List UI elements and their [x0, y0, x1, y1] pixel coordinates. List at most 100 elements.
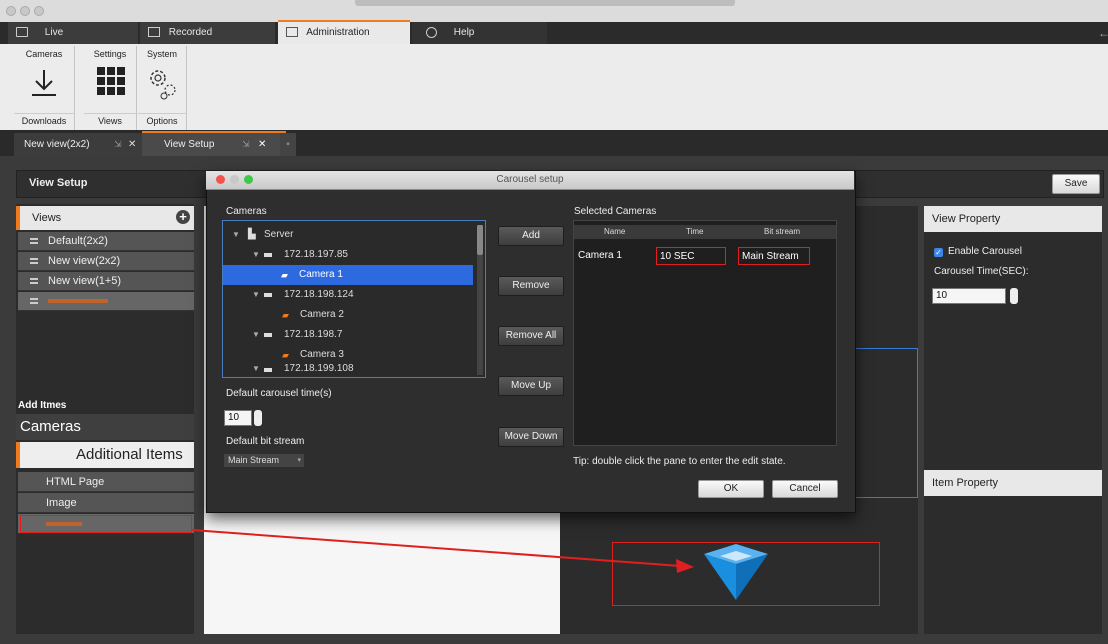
default-time-field[interactable]: 10 [224, 410, 252, 426]
download-icon[interactable] [30, 68, 58, 98]
ribbon-group-cameras: Cameras Downloads [14, 46, 75, 130]
tree-node-ip[interactable]: ▼ 172.18.197.85 [224, 245, 486, 265]
tree-node-label: 172.18.197.85 [284, 249, 348, 260]
detach-icon[interactable]: ⇲ [242, 133, 250, 156]
views-grid-icon[interactable] [96, 66, 126, 96]
close-window-button[interactable] [6, 6, 16, 16]
remove-button[interactable]: Remove [498, 276, 564, 296]
move-down-button[interactable]: Move Down [498, 427, 564, 447]
additional-items-label: Additional Items [76, 446, 183, 463]
tab-recorded-label: Recorded [168, 27, 213, 38]
maximize-window-button[interactable] [34, 6, 44, 16]
tree-node-camera[interactable]: ▰ Camera 2 [224, 305, 486, 325]
ok-button[interactable]: OK [698, 480, 764, 498]
tree-node-label: Camera 1 [299, 269, 343, 280]
views-header: Views [16, 206, 194, 230]
view-item-new[interactable] [18, 292, 194, 311]
camera-icon: ▰ [282, 310, 289, 320]
remove-all-button[interactable]: Remove All [498, 326, 564, 346]
cameras-tree-label: Cameras [226, 206, 267, 217]
view-item[interactable]: New view(2x2) [18, 252, 194, 271]
tab-help[interactable]: Help [412, 22, 547, 44]
table-header: Name Time Bit stream [574, 225, 836, 239]
move-up-button[interactable]: Move Up [498, 376, 564, 396]
ribbon-group-title: Settings [93, 49, 127, 59]
enable-carousel-checkbox[interactable]: ✓ [934, 248, 943, 257]
view-property-title: View Property [932, 213, 1001, 225]
cell-name: Camera 1 [578, 250, 622, 261]
default-time-stepper[interactable] [254, 410, 262, 426]
views-title: Views [32, 212, 62, 224]
detach-icon[interactable]: ⇲ [114, 133, 122, 156]
tree-node-label: 172.18.198.124 [284, 289, 354, 300]
minimize-window-button[interactable] [20, 6, 30, 16]
tree-node-label: 172.18.198.7 [284, 329, 343, 340]
view-item[interactable]: Default(2x2) [18, 232, 194, 251]
grid-icon [30, 278, 38, 284]
recorded-icon [148, 27, 160, 38]
selected-cameras-table[interactable]: Name Time Bit stream Camera 1 10 SEC Mai… [573, 220, 837, 446]
view-item[interactable]: New view(1+5) [18, 272, 194, 291]
default-bitstream-value: Main Stream [228, 455, 280, 465]
ribbon-views-button[interactable]: Views [84, 113, 136, 126]
grid-icon [30, 238, 38, 244]
monitor-icon [16, 27, 28, 38]
default-bitstream-select[interactable]: Main Stream ▾ [224, 454, 304, 467]
dialog-titlebar: Carousel setup [206, 171, 854, 190]
collapse-arrow-icon[interactable]: ← [1098, 26, 1108, 40]
table-row[interactable]: Camera 1 10 SEC Main Stream [574, 243, 836, 269]
cell-time[interactable]: 10 SEC [656, 247, 726, 265]
close-tab-icon[interactable]: ✕ [128, 133, 136, 156]
doctab-label: New view(2x2) [24, 139, 90, 150]
ribbon-group-title: System [146, 49, 177, 59]
chevron-down-icon: ▾ [297, 457, 301, 464]
carousel-logo-icon [704, 544, 768, 600]
tree-node-ip[interactable]: ▼ 172.18.198.124 [224, 285, 486, 305]
window-title-strip [355, 0, 735, 6]
view-item-label: New view(2x2) [48, 255, 121, 267]
ribbon-group-settings: Settings Views [84, 46, 137, 130]
close-tab-icon[interactable]: ✕ [258, 133, 266, 156]
column-header-time: Time [686, 227, 704, 236]
ribbon-group-title: Cameras [25, 49, 63, 59]
column-header-name: Name [604, 227, 626, 236]
add-button[interactable]: Add [498, 226, 564, 246]
add-view-button[interactable]: + [176, 210, 190, 224]
cell-bitstream[interactable]: Main Stream [738, 247, 810, 265]
image-item[interactable]: Image [18, 493, 194, 513]
cameras-section[interactable]: Cameras [16, 414, 194, 440]
tab-administration[interactable]: Administration [278, 20, 410, 46]
carousel-time-field[interactable]: 10 [932, 288, 1006, 304]
additional-items-header[interactable]: Additional Items [16, 442, 194, 468]
item-property-title: Item Property [932, 477, 999, 489]
gears-icon[interactable] [146, 66, 178, 100]
default-bitstream-label: Default bit stream [226, 436, 305, 447]
doctab-new-view[interactable]: New view(2x2) ⇲ ✕ [14, 133, 150, 156]
view-item-label: New view(1+5) [48, 275, 122, 287]
camera-icon: ▰ [281, 270, 288, 280]
carousel-time-label: Carousel Time(SEC): [934, 266, 1029, 277]
tree-node-ip[interactable]: ▼ 172.18.199.108 [224, 362, 486, 376]
carousel-time-stepper[interactable] [1010, 288, 1018, 304]
ribbon-downloads-button[interactable]: Downloads [14, 113, 74, 126]
tab-live[interactable]: Live [8, 22, 138, 44]
tree-node-server[interactable]: ▼ ▙ Server [224, 225, 486, 245]
tab-recorded[interactable]: Recorded [140, 22, 275, 44]
page-title: View Setup [29, 177, 88, 189]
tree-node-camera-selected[interactable]: ▰ Camera 1 [223, 265, 473, 285]
ribbon-group-system: System Options [138, 46, 187, 130]
device-icon [264, 293, 272, 297]
html-page-item[interactable]: HTML Page [18, 472, 194, 492]
new-tab-button[interactable]: ▪ [280, 133, 296, 156]
cancel-button[interactable]: Cancel [772, 480, 838, 498]
view-item-label: Default(2x2) [48, 235, 108, 247]
save-button[interactable]: Save [1052, 174, 1100, 194]
pane-selection-outline [848, 348, 918, 498]
item-property-header: Item Property [924, 470, 1102, 496]
renaming-field[interactable] [48, 299, 108, 304]
ribbon-options-button[interactable]: Options [138, 113, 186, 126]
tree-node-label: Camera 2 [300, 309, 344, 320]
tree-node-ip[interactable]: ▼ 172.18.198.7 [224, 325, 486, 345]
doctab-view-setup[interactable]: View Setup ⇲ ✕ [142, 131, 286, 156]
grid-icon [30, 298, 38, 304]
